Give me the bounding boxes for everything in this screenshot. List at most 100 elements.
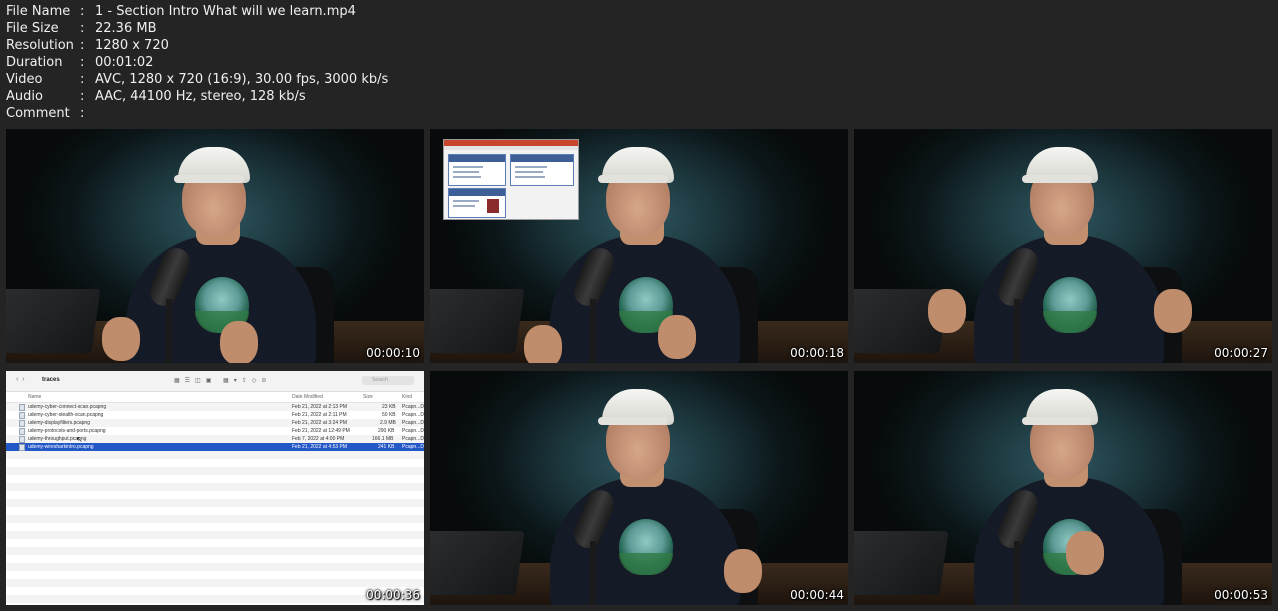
empty-row (6, 587, 424, 595)
info-value: 00:01:02 (95, 55, 154, 70)
thumbnail-3[interactable]: 00:00:27 (854, 129, 1272, 363)
presenter-hand (1066, 531, 1104, 575)
thumbnail-1[interactable]: 00:00:10 (6, 129, 424, 363)
file-size: 50 KB (382, 412, 396, 418)
file-date: Feb 21, 2022 at 12:49 PM (292, 428, 350, 434)
info-key: Audio (6, 89, 43, 104)
column-date[interactable]: Date Modified (292, 394, 323, 400)
thumbnail-6[interactable]: 00:00:53 (854, 371, 1272, 605)
file-size: 23 KB (382, 404, 396, 410)
mic-stand (166, 299, 172, 363)
timestamp: 00:00:44 (790, 588, 844, 602)
info-key: Video (6, 72, 43, 87)
info-value: 1280 x 720 (95, 38, 169, 53)
info-row-comment: Comment : (6, 105, 388, 122)
file-size: 2.9 MB (380, 420, 396, 426)
column-size[interactable]: Size (363, 394, 373, 400)
file-row[interactable]: udemy-cyber-stealth-scan.pcapng Feb 21, … (6, 411, 424, 419)
empty-row (6, 603, 424, 605)
info-separator: : (80, 4, 85, 19)
timestamp: 00:00:53 (1214, 588, 1268, 602)
empty-row (6, 595, 424, 603)
empty-row (6, 547, 424, 555)
laptop (430, 289, 525, 353)
tshirt-logo (1043, 277, 1097, 333)
empty-row (6, 515, 424, 523)
cap-visor (174, 175, 244, 183)
file-date: Feb 7, 2022 at 4:00 PM (292, 436, 345, 442)
info-row-video: Video : AVC, 1280 x 720 (16:9), 30.00 fp… (6, 71, 388, 88)
empty-row (6, 507, 424, 515)
timestamp: 00:00:36 (366, 588, 420, 602)
laptop (6, 289, 101, 353)
file-kind: Pcapn...D (402, 436, 424, 442)
info-row-file-size: File Size : 22.36 MB (6, 20, 388, 37)
empty-row (6, 475, 424, 483)
file-name: udemy-wiresharkintro.pcapng (28, 444, 94, 450)
thumbnail-5[interactable]: 00:00:44 (430, 371, 848, 605)
presenter-hand (102, 317, 140, 361)
info-separator: : (80, 89, 85, 104)
file-row-selected[interactable]: udemy-wiresharkintro.pcapng Feb 21, 2022… (6, 443, 424, 451)
file-icon (19, 436, 25, 443)
empty-row (6, 523, 424, 531)
file-kind: Pcapn...D (402, 412, 424, 418)
empty-row (6, 459, 424, 467)
presentation-slides-overlay (443, 139, 579, 220)
info-separator: : (80, 72, 85, 87)
file-kind: Pcapn...D (402, 444, 424, 450)
thumbnail-2[interactable]: 00:00:18 (430, 129, 848, 363)
file-kind: Pcapn...D (402, 404, 424, 410)
presenter-hand (658, 315, 696, 359)
cap-visor (1022, 417, 1092, 425)
file-size: 241 KB (378, 444, 395, 450)
info-separator: : (80, 106, 85, 121)
thumbnail-4[interactable]: ‹ › traces ▦☰◫▣ ▦▾⇪◇⊝ Search Name Date M… (6, 371, 424, 605)
file-row[interactable]: udemy-protocols-and-ports.pcapng Feb 21,… (6, 427, 424, 435)
finder-window: ‹ › traces ▦☰◫▣ ▦▾⇪◇⊝ Search Name Date M… (6, 371, 424, 605)
empty-row (6, 531, 424, 539)
cap-visor (598, 417, 668, 425)
timestamp: 00:00:10 (366, 346, 420, 360)
cap-visor (1022, 175, 1092, 183)
presenter-hand (220, 321, 258, 363)
info-key: Resolution (6, 38, 74, 53)
file-date: Feb 21, 2022 at 4:53 PM (292, 444, 348, 450)
cap-visor (598, 175, 668, 183)
empty-row (6, 539, 424, 547)
empty-row (6, 579, 424, 587)
info-row-audio: Audio : AAC, 44100 Hz, stereo, 128 kb/s (6, 88, 388, 105)
empty-row (6, 571, 424, 579)
search-input[interactable]: Search (362, 376, 414, 385)
back-forward-icon[interactable]: ‹ › (16, 376, 25, 383)
file-kind: Pcapn...D (402, 428, 424, 434)
view-options-icon[interactable]: ▦☰◫▣ ▦▾⇪◇⊝ (174, 377, 271, 384)
timestamp: 00:00:18 (790, 346, 844, 360)
file-name: udemy-displayfilters.pcapng (28, 420, 90, 426)
mic-stand (590, 299, 596, 363)
laptop (430, 531, 525, 595)
info-separator: : (80, 55, 85, 70)
presenter-hand (928, 289, 966, 333)
file-date: Feb 21, 2022 at 2:13 PM (292, 404, 348, 410)
info-key: File Name (6, 4, 71, 19)
file-size: 290 KB (378, 428, 395, 434)
laptop (854, 531, 949, 595)
file-kind: Pcapn...D (402, 420, 424, 426)
file-icon (19, 412, 25, 419)
timestamp: 00:00:27 (1214, 346, 1268, 360)
empty-row (6, 451, 424, 459)
info-row-resolution: Resolution : 1280 x 720 (6, 37, 388, 54)
file-row[interactable]: udemy-throughput.pcapng Feb 7, 2022 at 4… (6, 435, 424, 443)
slides-toolbar (444, 146, 578, 150)
presenter-hand (524, 325, 562, 363)
presenter-hand (724, 549, 762, 593)
info-row-duration: Duration : 00:01:02 (6, 54, 388, 71)
column-name[interactable]: Name (28, 394, 41, 400)
info-key: Comment (6, 106, 70, 121)
file-row[interactable]: udemy-cyber-connect-scan.pcapng Feb 21, … (6, 403, 424, 411)
folder-title: traces (42, 377, 60, 383)
info-key: File Size (6, 21, 59, 36)
file-row[interactable]: udemy-displayfilters.pcapng Feb 21, 2022… (6, 419, 424, 427)
column-kind[interactable]: Kind (402, 394, 412, 400)
